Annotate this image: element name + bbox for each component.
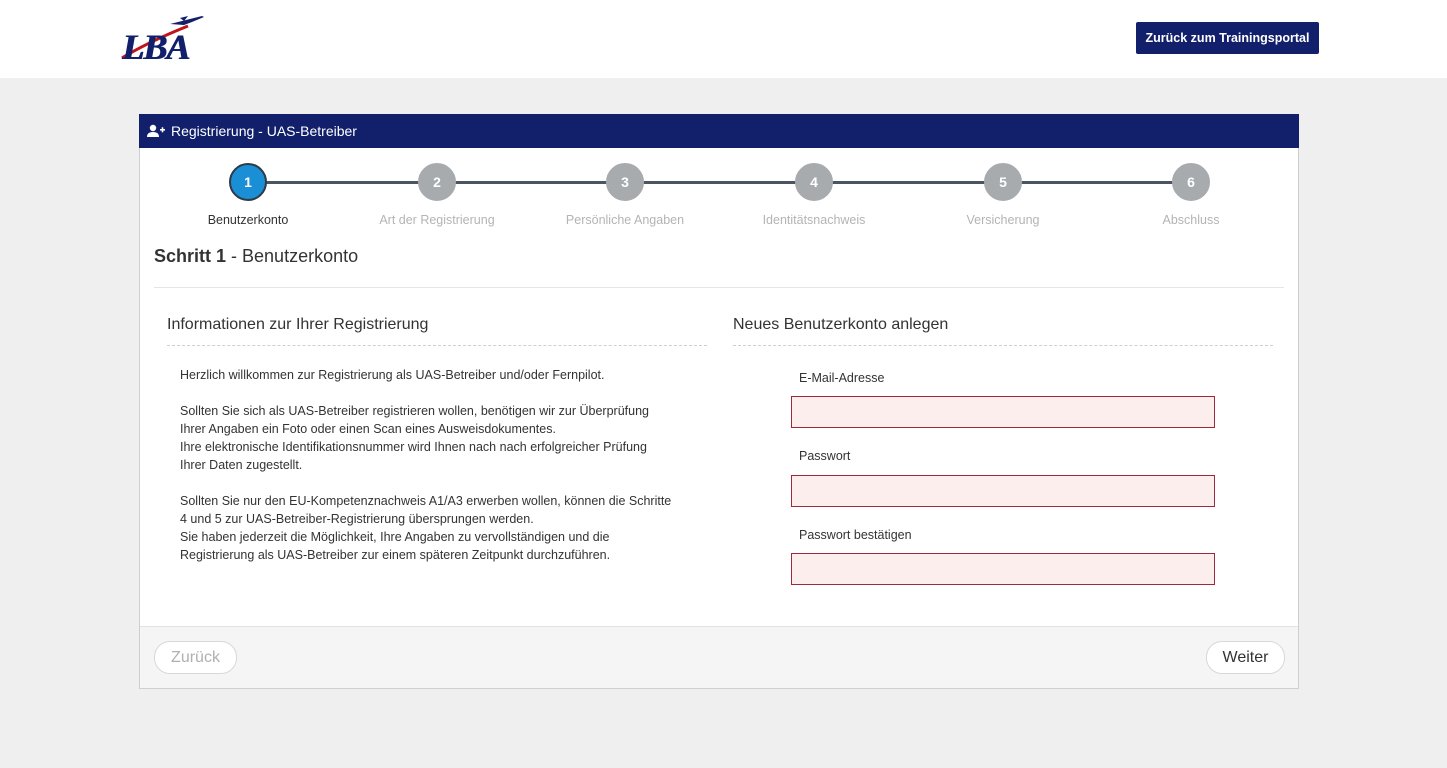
info-paragraph-2: Sollten Sie sich als UAS-Betreiber regis… xyxy=(180,402,710,474)
info-section-rule xyxy=(167,345,707,346)
info-line: Sollten Sie nur den EU-Kompetenznachweis… xyxy=(180,494,672,508)
confirm-password-field[interactable] xyxy=(791,553,1215,585)
confirm-password-label: Passwort bestätigen xyxy=(799,528,912,542)
step-label: Identitätsnachweis xyxy=(762,213,866,227)
step-number: 3 xyxy=(606,163,644,201)
form-section-title: Neues Benutzerkonto anlegen xyxy=(733,316,949,333)
step-label: Benutzerkonto xyxy=(207,213,289,227)
panel-title: Registrierung - UAS-Betreiber xyxy=(171,123,357,139)
step-number: 6 xyxy=(1172,163,1210,201)
step-1[interactable]: 1 Benutzerkonto xyxy=(158,163,338,227)
step-label: Abschluss xyxy=(1162,213,1220,227)
info-line: Sie haben jederzeit die Möglichkeit, Ihr… xyxy=(180,530,610,544)
step-number: 2 xyxy=(418,163,456,201)
step-6[interactable]: 6 Abschluss xyxy=(1101,163,1281,227)
info-section-title: Informationen zur Ihrer Registrierung xyxy=(167,316,429,333)
panel-header: Registrierung - UAS-Betreiber xyxy=(139,114,1299,148)
next-button[interactable]: Weiter xyxy=(1206,641,1285,674)
step-number: 1 xyxy=(229,163,267,201)
step-number: 5 xyxy=(984,163,1022,201)
lba-logo[interactable]: LBA xyxy=(118,12,208,67)
step-heading: Schritt 1 - Benutzerkonto xyxy=(154,246,358,267)
panel-footer: Zurück Weiter xyxy=(140,626,1298,688)
info-paragraph-3: Sollten Sie nur den EU-Kompetenznachweis… xyxy=(180,492,710,564)
info-line: Herzlich willkommen zur Registrierung al… xyxy=(180,368,605,382)
step-label: Persönliche Angaben xyxy=(565,213,685,227)
step-progress: 1 Benutzerkonto 2 Art der Registrierung … xyxy=(140,149,1298,229)
step-2[interactable]: 2 Art der Registrierung xyxy=(347,163,527,227)
email-label: E-Mail-Adresse xyxy=(799,371,885,385)
step-number: 4 xyxy=(795,163,833,201)
info-text: Herzlich willkommen zur Registrierung al… xyxy=(180,366,710,582)
info-line: Registrierung als UAS-Betreiber zur eine… xyxy=(180,548,611,562)
info-line: 4 und 5 zur UAS-Betreiber-Registrierung … xyxy=(180,512,534,526)
password-field[interactable] xyxy=(791,475,1215,507)
user-plus-icon xyxy=(147,124,165,137)
step-4[interactable]: 4 Identitätsnachweis xyxy=(724,163,904,227)
info-line: Ihrer Angaben ein Foto oder einen Scan e… xyxy=(180,422,556,436)
info-line: Ihre elektronische Identifikationsnummer… xyxy=(180,440,647,454)
password-label: Passwort xyxy=(799,449,851,463)
info-line: Ihrer Daten zugestellt. xyxy=(180,458,303,472)
step-3[interactable]: 3 Persönliche Angaben xyxy=(535,163,715,227)
divider xyxy=(154,287,1284,288)
step-heading-number: Schritt 1 xyxy=(154,246,227,266)
form-section-rule xyxy=(733,345,1273,346)
step-label: Versicherung xyxy=(966,213,1040,227)
step-heading-separator: - xyxy=(226,246,243,266)
logo-text: LBA xyxy=(122,27,190,67)
info-paragraph-1: Herzlich willkommen zur Registrierung al… xyxy=(180,366,710,384)
back-to-training-portal-button[interactable]: Zurück zum Trainingsportal xyxy=(1136,22,1319,54)
info-line: Sollten Sie sich als UAS-Betreiber regis… xyxy=(180,404,649,418)
step-5[interactable]: 5 Versicherung xyxy=(913,163,1093,227)
email-field[interactable] xyxy=(791,396,1215,428)
top-bar: LBA Zurück zum Trainingsportal xyxy=(0,0,1447,78)
back-button[interactable]: Zurück xyxy=(154,641,237,674)
step-heading-title: Benutzerkonto xyxy=(242,246,359,266)
registration-panel: Registrierung - UAS-Betreiber 1 Benutzer… xyxy=(139,114,1299,689)
step-label: Art der Registrierung xyxy=(379,213,495,227)
